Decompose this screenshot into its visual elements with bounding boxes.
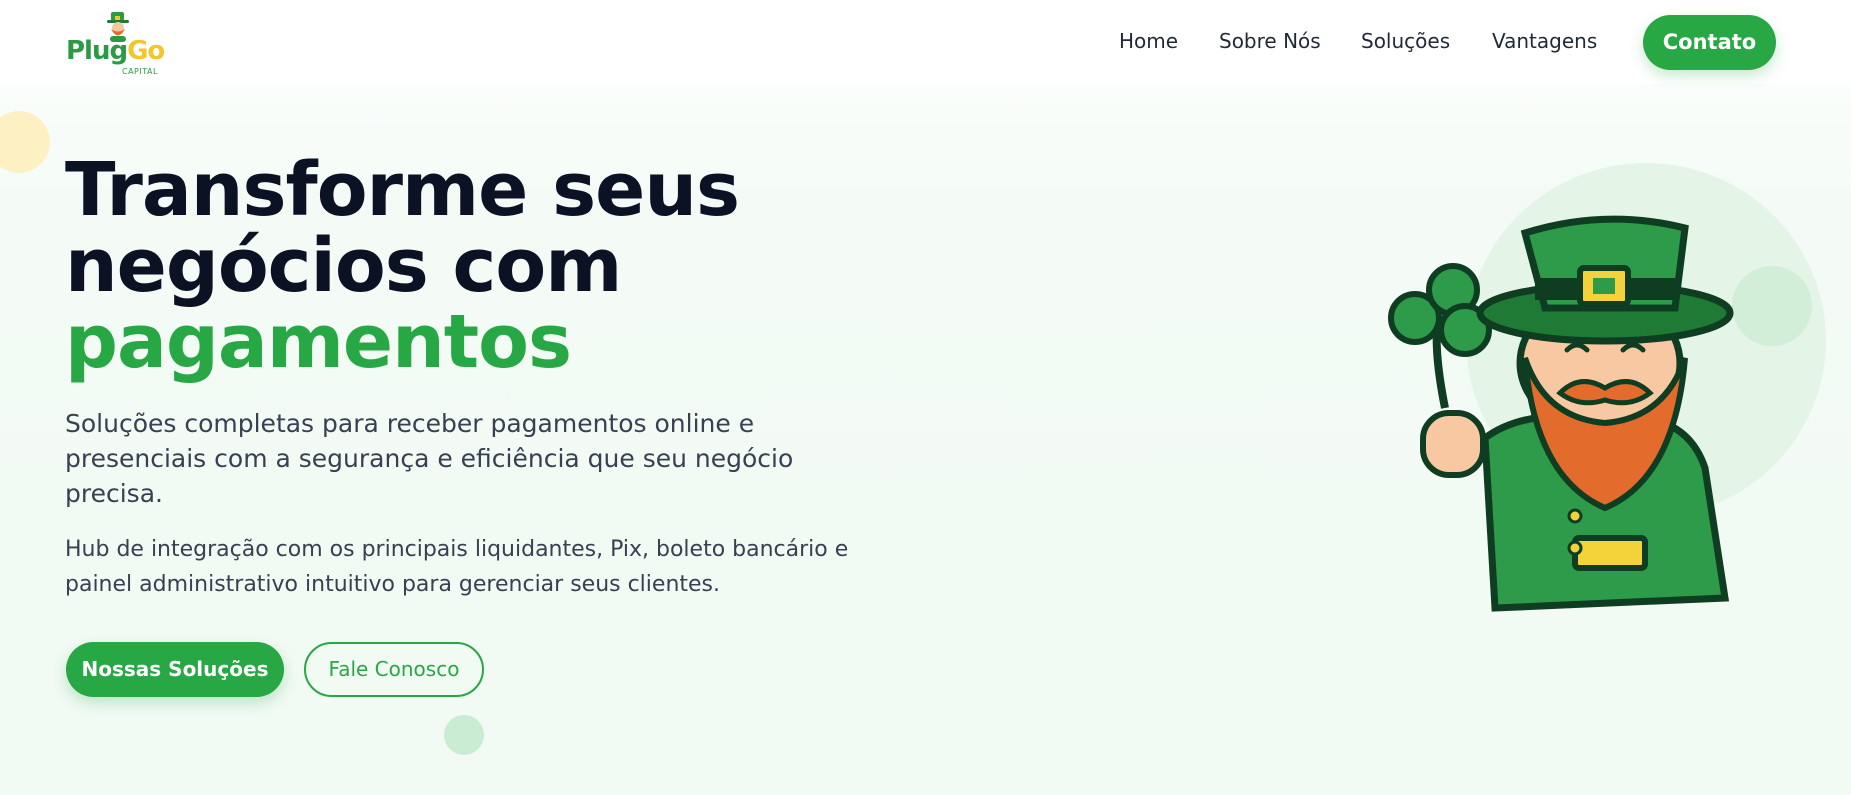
nav-solucoes[interactable]: Soluções xyxy=(1361,29,1450,53)
hero-sub-text: Hub de integração com os principais liqu… xyxy=(65,537,849,597)
leprechaun-mascot-icon xyxy=(1388,215,1734,612)
brand-wordmark: PlugGo xyxy=(66,36,165,66)
hero-lead-text: Soluções completas para receber pagament… xyxy=(65,409,794,508)
nav-sobre-nos[interactable]: Sobre Nós xyxy=(1219,29,1321,53)
hero-title-line2: negócios com xyxy=(65,223,622,309)
hero-title: Transforme seus negócios com pagamentos xyxy=(65,152,965,380)
nossas-solucoes-button[interactable]: Nossas Soluções xyxy=(66,642,284,697)
nav-vantagens[interactable]: Vantagens xyxy=(1492,29,1597,53)
site-header: PlugGo CAPITAL Home Sobre Nós Soluções V… xyxy=(0,0,1851,84)
contato-button[interactable]: Contato xyxy=(1643,15,1776,70)
brand-logo[interactable]: PlugGo CAPITAL xyxy=(66,12,170,76)
brand-subtitle: CAPITAL xyxy=(122,67,158,76)
nav-home[interactable]: Home xyxy=(1119,29,1178,53)
decorative-green-dot xyxy=(444,715,484,755)
decorative-yellow-circle xyxy=(0,111,50,173)
hero-title-line1: Transforme seus xyxy=(65,147,740,233)
fale-conosco-button[interactable]: Fale Conosco xyxy=(304,642,484,697)
hero-title-accent: pagamentos xyxy=(65,299,572,385)
